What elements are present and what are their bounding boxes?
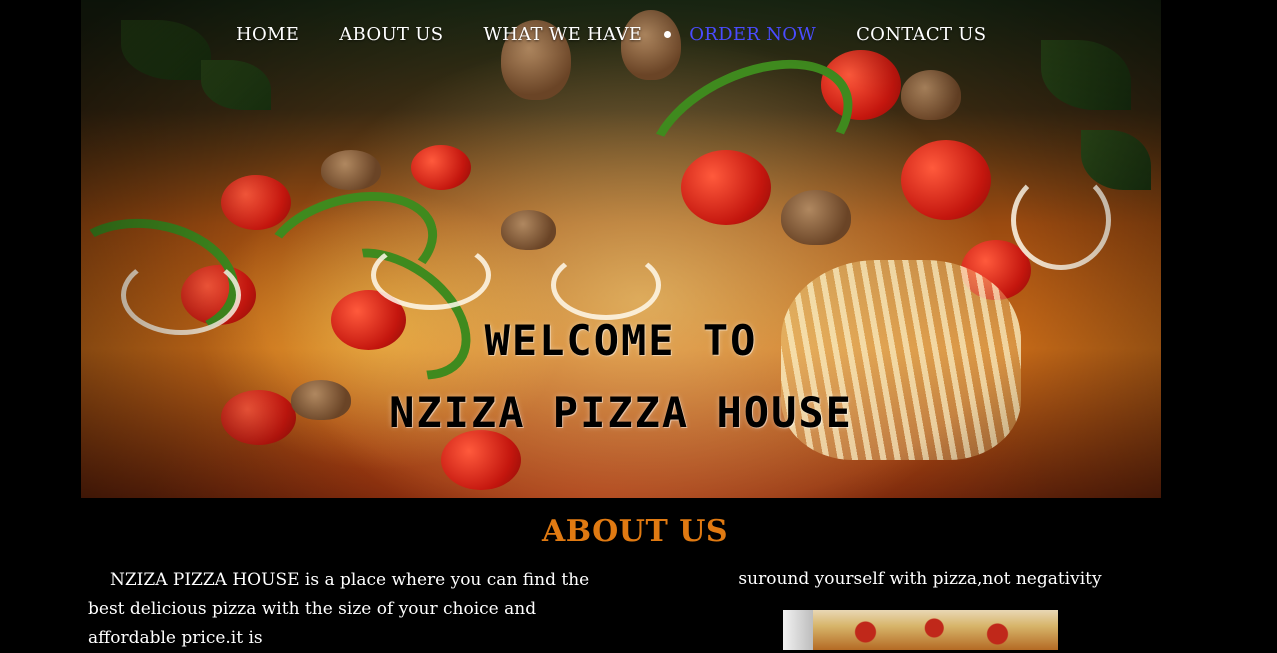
nav-bullet-icon <box>664 31 672 38</box>
nav-order-now-link[interactable]: ORDER NOW <box>689 24 816 45</box>
hero-title: WELCOME TO NZIZA PIZZA HOUSE <box>81 305 1161 449</box>
nav-what-we-have-link[interactable]: WHAT WE HAVE <box>483 24 642 45</box>
slogan-text: suround yourself with pizza,not negativi… <box>738 569 1102 589</box>
about-heading: ABOUT US <box>541 514 729 549</box>
nav-home-link[interactable]: HOME <box>236 24 299 45</box>
pizza-photo <box>783 610 1058 650</box>
nav-contact-link[interactable]: CONTACT US <box>856 24 986 45</box>
hero-title-line1: WELCOME TO <box>484 316 758 365</box>
hero-title-line2: NZIZA PIZZA HOUSE <box>389 388 853 437</box>
hero-banner: HOME ABOUT US WHAT WE HAVE ORDER NOW CON… <box>81 0 1161 498</box>
about-description: NZIZA PIZZA HOUSE is a place where you c… <box>88 570 590 648</box>
nav-about-link[interactable]: ABOUT US <box>339 24 443 45</box>
main-nav: HOME ABOUT US WHAT WE HAVE ORDER NOW CON… <box>236 24 986 45</box>
